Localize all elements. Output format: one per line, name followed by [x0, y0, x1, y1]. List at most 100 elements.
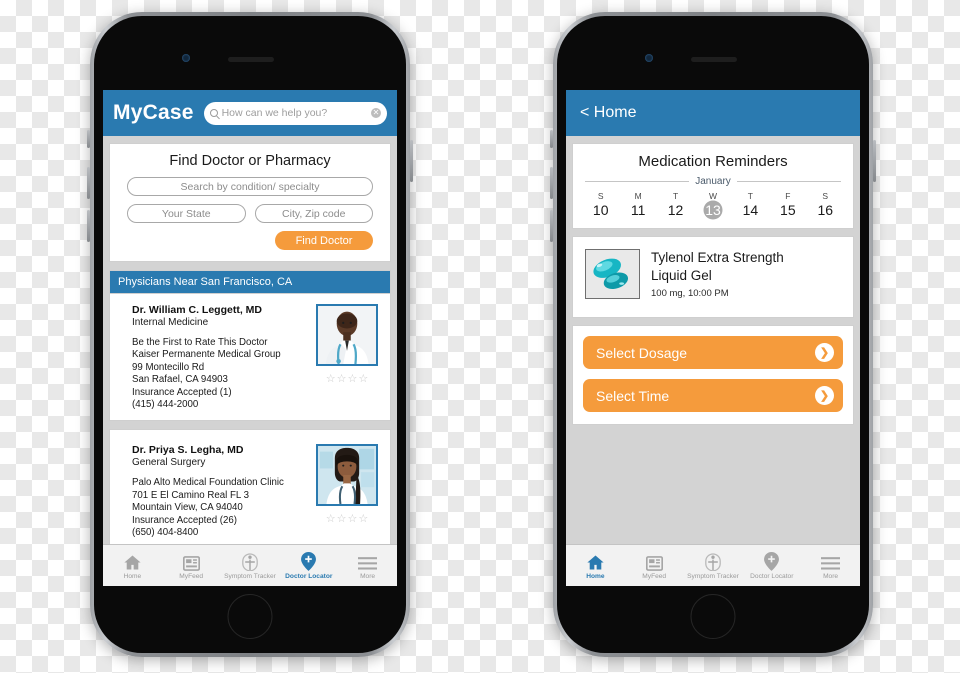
home-button[interactable]	[227, 594, 273, 639]
silent-switch[interactable]	[550, 130, 553, 148]
volume-up-button[interactable]	[550, 167, 553, 199]
bottom-tab-bar: Home MyFeed Symptom Tracker Doctor Locat…	[103, 544, 397, 586]
tab-home[interactable]: Home	[103, 545, 162, 586]
pill-capsules-photo	[585, 249, 640, 299]
home-button[interactable]	[690, 594, 736, 639]
tab-label: Doctor Locator	[285, 572, 333, 580]
search-placeholder: How can we help you?	[221, 107, 328, 119]
tab-label: Symptom Tracker	[224, 572, 276, 580]
find-doctor-button[interactable]: Find Doctor	[275, 231, 373, 250]
tab-symptom-tracker[interactable]: Symptom Tracker	[221, 545, 280, 586]
select-time-button[interactable]: Select Time ❯	[583, 379, 843, 413]
tab-label: Doctor Locator	[750, 572, 794, 580]
divider	[736, 181, 842, 182]
bottom-tab-bar: Home MyFeed Symptom Tracker Doctor Locat…	[566, 544, 860, 586]
app-brand-title: MyCase	[113, 101, 194, 124]
hamburger-icon	[821, 552, 841, 571]
clear-icon[interactable]: ✕	[371, 108, 381, 118]
medication-name-line1: Tylenol Extra Strength	[651, 250, 784, 265]
results-banner: Physicians Near San Francisco, CA	[109, 270, 391, 293]
condition-input[interactable]: Search by condition/ specialty	[127, 177, 373, 196]
state-input[interactable]: Your State	[127, 204, 246, 223]
body-icon	[242, 552, 258, 571]
silent-switch[interactable]	[87, 130, 90, 148]
front-camera-icon	[182, 54, 190, 62]
tab-more[interactable]: More	[801, 545, 860, 586]
power-button[interactable]	[410, 140, 413, 182]
divider	[585, 181, 690, 182]
doctor-female-photo	[316, 444, 378, 507]
weekday-label: M	[634, 191, 642, 201]
doctor-rating-stars[interactable]: ☆ ☆ ☆ ☆	[326, 512, 369, 525]
earpiece-speaker	[691, 57, 737, 62]
medication-text: Tylenol Extra Strength Liquid Gel 100 mg…	[651, 249, 784, 299]
hamburger-icon	[358, 552, 378, 571]
select-dosage-label: Select Dosage	[596, 344, 688, 361]
tab-doctor-locator[interactable]: Doctor Locator	[742, 545, 801, 586]
volume-down-button[interactable]	[87, 210, 90, 242]
doctor-rating-stars[interactable]: ☆ ☆ ☆ ☆	[326, 372, 369, 385]
back-button[interactable]: < Home	[580, 104, 636, 122]
tab-label: More	[823, 572, 839, 580]
tab-myfeed[interactable]: MyFeed	[625, 545, 684, 586]
doctor-insurance: Insurance Accepted (1)	[132, 386, 232, 398]
body-icon	[705, 552, 721, 571]
location-row: Your State City, Zip code	[110, 204, 390, 223]
weekday-label: S	[597, 191, 604, 201]
medication-reminders-card: Medication Reminders January S M T W T F…	[572, 143, 854, 229]
doctor-result-row[interactable]: Dr. Priya S. Legha, MD General Surgery P…	[109, 429, 391, 544]
earpiece-speaker	[228, 57, 274, 62]
volume-up-button[interactable]	[87, 167, 90, 199]
tab-home[interactable]: Home	[566, 545, 625, 586]
weekday-label: S	[822, 191, 829, 201]
doctor-result-row[interactable]: Dr. William C. Leggett, MD Internal Medi…	[109, 293, 391, 422]
day-cell-selected[interactable]: 13	[694, 200, 731, 220]
condition-row: Search by condition/ specialty	[110, 177, 390, 196]
doctor-street: 99 Montecillo Rd	[132, 361, 205, 373]
search-input[interactable]: How can we help you? ✕	[203, 101, 387, 125]
screenshot-stage: MyCase How can we help you? ✕ Find Docto…	[0, 0, 960, 673]
day-cell[interactable]: 14	[732, 202, 769, 218]
star-icon: ☆	[325, 513, 336, 526]
tab-myfeed[interactable]: MyFeed	[162, 545, 221, 586]
medication-card[interactable]: Tylenol Extra Strength Liquid Gel 100 mg…	[572, 236, 854, 319]
feed-icon	[182, 552, 200, 571]
chevron-right-icon: ❯	[815, 386, 834, 406]
month-label: January	[695, 176, 731, 187]
tab-label: Home	[123, 572, 142, 580]
doctor-male-photo	[316, 304, 378, 366]
screen-right: < Home Medication Reminders January S M	[566, 90, 860, 586]
power-button[interactable]	[873, 140, 876, 182]
day-cell[interactable]: 10	[582, 202, 619, 218]
tab-doctor-locator[interactable]: Doctor Locator	[279, 545, 338, 586]
tab-label: Symptom Tracker	[687, 572, 739, 580]
star-icon: ☆	[347, 373, 358, 385]
doctor-practice: Kaiser Permanente Medical Group	[132, 349, 281, 361]
day-cell[interactable]: 11	[619, 202, 656, 218]
panel-title: Find Doctor or Pharmacy	[169, 153, 331, 169]
day-cell[interactable]: 15	[769, 202, 806, 218]
tab-label: More	[360, 572, 376, 580]
day-cell[interactable]: 16	[807, 202, 844, 218]
weekday-label: T	[747, 191, 753, 201]
volume-down-button[interactable]	[550, 210, 553, 242]
app-header: MyCase How can we help you? ✕	[103, 90, 397, 136]
actions-card: Select Dosage ❯ Select Time ❯	[572, 325, 854, 426]
doctor-rate-prompt: Be the First to Rate This Doctor	[132, 337, 268, 348]
doctor-phone: (415) 444-2000	[132, 399, 199, 411]
select-dosage-button[interactable]: Select Dosage ❯	[583, 336, 843, 370]
zip-input[interactable]: City, Zip code	[254, 204, 373, 223]
star-icon: ☆	[358, 513, 369, 526]
screen-body-left: Find Doctor or Pharmacy Search by condit…	[103, 136, 397, 544]
tab-more[interactable]: More	[338, 545, 397, 586]
phone-bezel-left: MyCase How can we help you? ✕ Find Docto…	[94, 16, 406, 653]
weekday-label: T	[672, 191, 679, 201]
screen-body-right: Medication Reminders January S M T W T F…	[566, 136, 860, 544]
day-cell[interactable]: 12	[657, 202, 694, 218]
map-pin-plus-icon	[301, 551, 317, 571]
doctor-details: Be the First to Rate This Doctor Kaiser …	[132, 337, 306, 411]
month-row: January	[573, 176, 853, 191]
select-time-label: Select Time	[596, 387, 670, 404]
tab-symptom-tracker[interactable]: Symptom Tracker	[684, 545, 743, 586]
star-icon: ☆	[347, 513, 358, 526]
